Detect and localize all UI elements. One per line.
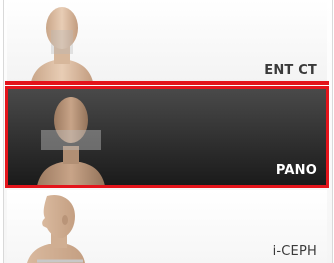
mode-label: i-CEPH [272, 244, 317, 259]
mode-item-pano[interactable]: PANO [7, 88, 327, 186]
head-front-icon [31, 7, 93, 82]
head-profile-icon [27, 194, 85, 263]
selection-divider [5, 81, 329, 85]
mode-label: ENT CT [264, 63, 317, 78]
mode-item-ent-ct[interactable]: ENT CT [7, 0, 327, 82]
mode-item-i-ceph[interactable]: i-CEPH [7, 190, 327, 263]
head-front-highlight-icon [37, 97, 105, 186]
mode-label: PANO [275, 163, 317, 178]
